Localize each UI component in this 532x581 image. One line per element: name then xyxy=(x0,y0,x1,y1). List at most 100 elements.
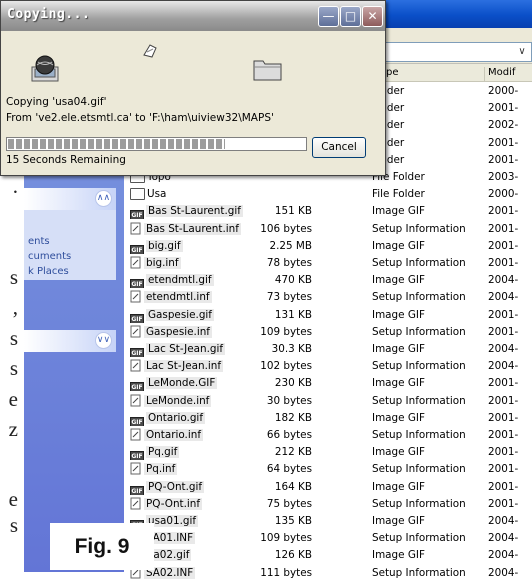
file-modified: 2000- xyxy=(488,85,519,97)
expand-chevron-icon[interactable]: ∨∨ xyxy=(95,332,112,349)
file-row[interactable]: Usa File Folder 2000- xyxy=(124,185,532,202)
gif-file-icon: GIF xyxy=(130,451,144,461)
close-button[interactable]: ✕ xyxy=(362,6,383,27)
inf-file-icon xyxy=(130,222,142,235)
file-type: Setup Information xyxy=(372,394,466,407)
panel-header[interactable]: ∧∧ xyxy=(24,188,116,210)
file-type: Image GIF xyxy=(372,446,425,459)
article-text-fragment: s xyxy=(9,326,18,350)
file-size: 66 bytes xyxy=(266,429,312,441)
gif-file-icon: GIF xyxy=(130,313,144,323)
article-text-fragment: e xyxy=(8,387,18,411)
file-modified: 2001- xyxy=(488,205,519,218)
file-row[interactable]: GIF Bas St-Laurent.gif 151 KB Image GIF 2001… xyxy=(124,202,532,220)
column-separator xyxy=(484,67,485,81)
file-name: Pq.inf xyxy=(144,463,178,476)
chevron-down-icon[interactable]: ∨ xyxy=(515,44,529,60)
file-row[interactable]: GIF Ontario.gif 182 KB Image GIF 2001- xyxy=(124,409,532,426)
file-row[interactable]: big.inf 78 bytes Setup Information 2001- xyxy=(124,254,532,271)
inf-file-icon xyxy=(130,497,142,510)
file-size: 106 bytes xyxy=(260,222,312,235)
file-row[interactable]: 5A01.INF 109 bytes Setup Information 2004- xyxy=(124,529,532,546)
task-link-network-places[interactable]: k Places xyxy=(24,264,116,279)
file-type: Image GIF xyxy=(372,377,425,390)
file-modified: 2001- xyxy=(488,480,519,493)
panel-header[interactable]: ∨∨ xyxy=(24,330,116,352)
inf-file-icon xyxy=(130,394,142,407)
inf-file-icon xyxy=(130,359,142,372)
file-row[interactable]: GIF Pq.gif 212 KB Image GIF 2001- xyxy=(124,443,532,461)
inf-file-icon xyxy=(130,256,142,269)
cancel-button[interactable]: Cancel xyxy=(312,137,366,158)
file-modified: 2001- xyxy=(488,446,519,459)
file-size: 470 KB xyxy=(274,274,312,287)
file-row[interactable]: PQ-Ont.inf 75 bytes Setup Information 2001- xyxy=(124,495,532,512)
copying-file-text: Copying 'usa04.gif' xyxy=(6,96,107,108)
collapse-chevron-icon[interactable]: ∧∧ xyxy=(95,190,112,207)
file-row[interactable]: etendmtl.inf 73 bytes Setup Information 200… xyxy=(124,288,532,305)
file-type: Setup Information xyxy=(372,566,466,579)
file-row[interactable]: SA02.INF 111 bytes Setup Information 2004- xyxy=(124,564,532,581)
figure-caption: Fig. 9 xyxy=(50,523,154,570)
file-row[interactable]: Bas St-Laurent.inf 106 bytes Setup Informa… xyxy=(124,220,532,237)
file-type: Image GIF xyxy=(372,205,425,218)
file-modified: 2001- xyxy=(488,325,519,338)
file-size: 78 bytes xyxy=(266,257,312,269)
file-type: Image GIF xyxy=(372,549,425,562)
file-row[interactable]: LeMonde.inf 30 bytes Setup Information 2001… xyxy=(124,392,532,409)
details-panel: ∨∨ xyxy=(24,330,116,352)
file-modified: 2001- xyxy=(488,239,519,252)
column-header-modified[interactable]: Modif xyxy=(488,67,515,78)
minimize-button[interactable]: — xyxy=(318,6,339,27)
file-size: 164 KB xyxy=(274,480,312,493)
file-type: Setup Information xyxy=(372,222,466,235)
column-header-type[interactable]: pe xyxy=(386,67,399,78)
file-modified: 2000- xyxy=(488,188,519,201)
gif-file-icon: GIF xyxy=(130,416,144,426)
file-size: 109 bytes xyxy=(260,325,312,338)
file-modified: 2001- xyxy=(488,497,519,510)
task-link-shared-documents[interactable]: cuments xyxy=(24,249,116,264)
file-name: Lac St-Jean.inf xyxy=(144,360,224,373)
file-row[interactable]: GIF etendmtl.gif 470 KB Image GIF 2004- xyxy=(124,271,532,289)
file-name: etendmtl.inf xyxy=(144,291,212,304)
gif-file-icon: GIF xyxy=(130,348,144,357)
file-row[interactable]: GIF PQ-Ont.gif 164 KB Image GIF 2001- xyxy=(124,478,532,495)
file-name: Ontario.inf xyxy=(144,429,203,441)
file-modified: 2001- xyxy=(488,394,519,407)
file-modified: 2001- xyxy=(488,102,519,115)
file-row[interactable]: GIFusa01.gif135 KBImage GIF2004- xyxy=(124,512,532,529)
inf-file-icon xyxy=(130,428,142,441)
file-size: 102 bytes xyxy=(260,360,312,373)
file-modified: 2004- xyxy=(488,274,519,287)
address-dropdown[interactable]: ∨ xyxy=(380,42,532,62)
article-text-fragment: s xyxy=(9,265,18,289)
file-row[interactable]: Pq.inf 64 bytes Setup Information 2001- xyxy=(124,460,532,477)
task-link-documents[interactable]: ents xyxy=(24,234,116,249)
file-name: big.gif xyxy=(146,239,183,252)
copying-dialog: Copying... — □ ✕ Copying 'usa04.gif' Fro… xyxy=(0,0,386,176)
article-text-fragment: e xyxy=(8,487,18,511)
file-row[interactable]: Ontario.inf 66 bytes Setup Information 2001… xyxy=(124,426,532,443)
file-row[interactable]: Gaspesie.inf 109 bytes Setup Information 20… xyxy=(124,323,532,340)
file-row[interactable]: GIF LeMonde.GIF 230 KB Image GIF 2001- xyxy=(124,374,532,392)
file-type: Setup Information xyxy=(372,532,466,545)
article-text-fragment: , xyxy=(12,295,18,319)
file-modified: 2001- xyxy=(488,257,519,269)
file-row[interactable]: Lac St-Jean.inf 102 bytes Setup Informatio… xyxy=(124,357,532,374)
file-type: Setup Information xyxy=(372,360,466,373)
destination-folder-icon xyxy=(253,60,282,81)
file-row[interactable]: GIFsa02.gif126 KBImage GIF2004- xyxy=(124,546,532,564)
file-row[interactable]: GIF Gaspesie.gif 131 KB Image GIF 2001- xyxy=(124,306,532,323)
maximize-button[interactable]: □ xyxy=(340,6,361,27)
file-name: PQ-Ont.gif xyxy=(146,480,205,493)
dialog-title-bar[interactable]: Copying... — □ ✕ xyxy=(1,1,385,31)
file-size: 73 bytes xyxy=(266,291,312,304)
file-size: 30 bytes xyxy=(266,394,312,407)
copy-source-destination-text: From 've2.ele.etsmtl.ca' to 'F:\ham\uivi… xyxy=(6,112,274,124)
dialog-body: Copying 'usa04.gif' From 've2.ele.etsmtl… xyxy=(1,31,385,175)
file-name: Usa xyxy=(147,188,167,201)
file-row[interactable]: GIF Lac St-Jean.gif 30.3 KB Image GIF 2004- xyxy=(124,340,532,357)
file-name: Pq.gif xyxy=(146,446,180,459)
file-row[interactable]: GIF big.gif 2.25 MB Image GIF 2001- xyxy=(124,237,532,254)
